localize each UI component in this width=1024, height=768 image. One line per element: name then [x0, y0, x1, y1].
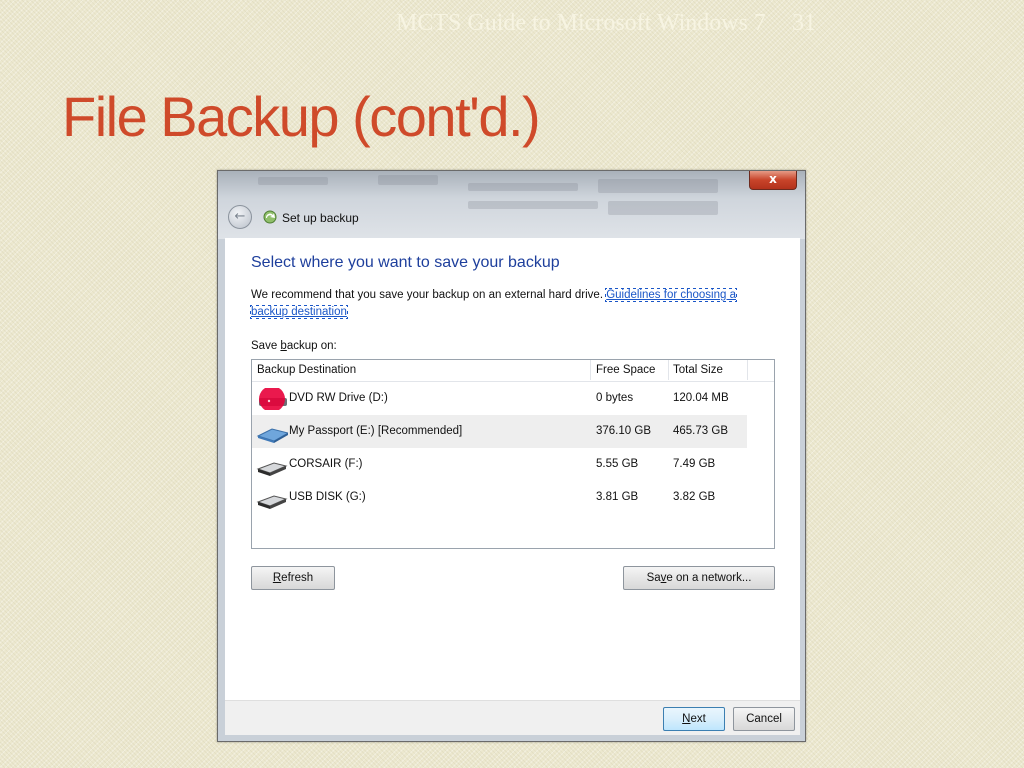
external-drive-icon — [256, 428, 288, 443]
intro-sentence: We recommend that you save your backup o… — [251, 289, 604, 301]
save-label-text: ackup on: — [286, 340, 337, 352]
back-arrow-icon: ← — [234, 209, 246, 224]
total-size-value: 120.04 MB — [673, 392, 729, 404]
dialog-content: Select where you want to save your backu… — [225, 238, 800, 700]
cancel-button[interactable]: Cancel — [733, 707, 795, 731]
column-divider — [747, 360, 748, 380]
free-space-value: 5.55 GB — [596, 458, 639, 470]
destination-name: My Passport (E:) [Recommended] — [289, 425, 463, 437]
dvd-drive-icon — [259, 388, 287, 410]
refresh-accelerator: R — [272, 572, 282, 584]
slide-page-number: 31 — [791, 10, 816, 36]
refresh-button[interactable]: Refresh — [251, 566, 335, 590]
backup-icon — [263, 210, 277, 224]
slide-title: File Backup (cont'd.) — [62, 85, 541, 148]
blurred-background — [468, 183, 578, 191]
save-backup-on-label: Save backup on: — [251, 340, 337, 352]
slide-header: MCTS Guide to Microsoft Windows 7 31 — [396, 10, 816, 37]
next-label: ext — [690, 713, 706, 725]
total-size-value: 465.73 GB — [673, 425, 728, 437]
destination-name: DVD RW Drive (D:) — [289, 392, 388, 404]
destination-name: USB DISK (G:) — [289, 491, 366, 503]
free-space-value: 3.81 GB — [596, 491, 639, 503]
usb-drive-icon — [256, 462, 288, 476]
destination-name: CORSAIR (F:) — [289, 458, 363, 470]
page-heading: Select where you want to save your backu… — [251, 254, 560, 271]
close-button[interactable]: x — [749, 171, 797, 190]
free-space-value: 376.10 GB — [596, 425, 651, 437]
save-label-text: Save — [251, 340, 281, 352]
save-on-network-button[interactable]: Save on a network... — [623, 566, 775, 590]
intro-text: We recommend that you save your backup o… — [250, 287, 771, 321]
column-header-free-space[interactable]: Free Space — [596, 364, 655, 376]
network-label: e on a network... — [666, 572, 752, 584]
blurred-background — [608, 201, 718, 215]
blurred-background — [258, 177, 328, 185]
blurred-background — [468, 201, 598, 209]
table-row-usb-disk[interactable]: USB DISK (G:) 3.81 GB 3.82 GB — [252, 481, 774, 514]
column-header-total-size[interactable]: Total Size — [673, 364, 723, 376]
blurred-background — [378, 175, 438, 185]
slide-header-title: MCTS Guide to Microsoft Windows 7 — [396, 10, 766, 36]
blurred-background — [598, 179, 718, 193]
total-size-value: 7.49 GB — [673, 458, 716, 470]
setup-backup-window: x ← Set up backup Select where you want … — [217, 170, 806, 742]
column-divider — [590, 360, 591, 380]
back-button[interactable]: ← — [228, 205, 252, 229]
table-row-my-passport[interactable]: My Passport (E:) [Recommended] 376.10 GB… — [252, 415, 747, 448]
window-title: Set up backup — [282, 211, 359, 225]
dialog-footer: Next Cancel — [225, 700, 800, 735]
backup-destination-list[interactable]: Backup Destination Free Space Total Size… — [251, 359, 775, 549]
network-label: Sa — [646, 572, 661, 584]
list-header: Backup Destination Free Space Total Size — [252, 360, 774, 382]
table-row-dvd[interactable]: DVD RW Drive (D:) 0 bytes 120.04 MB — [252, 382, 774, 415]
free-space-value: 0 bytes — [596, 392, 634, 404]
window-title-bar: x ← Set up backup — [218, 171, 805, 239]
column-divider — [668, 360, 669, 380]
column-header-destination[interactable]: Backup Destination — [257, 364, 356, 376]
next-button[interactable]: Next — [663, 707, 725, 731]
total-size-value: 3.82 GB — [673, 491, 716, 503]
table-row-corsair[interactable]: CORSAIR (F:) 5.55 GB 7.49 GB — [252, 448, 774, 481]
usb-drive-icon — [256, 495, 288, 509]
refresh-label: efresh — [281, 572, 314, 584]
